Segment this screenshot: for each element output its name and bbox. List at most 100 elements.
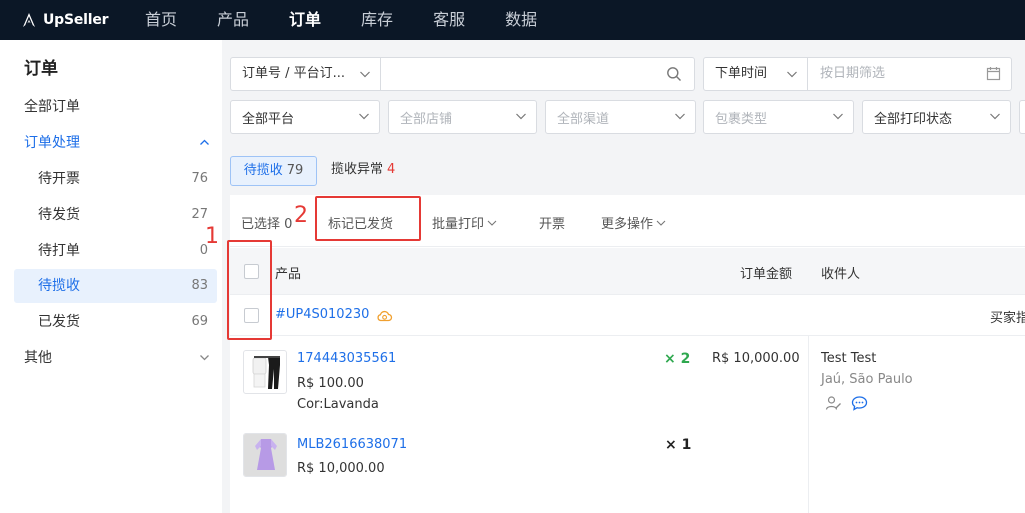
sidebar-group-order-processing[interactable]: 订单处理: [14, 126, 217, 160]
annotation-box-1: [227, 240, 272, 340]
platform-select-label: 全部平台: [242, 111, 295, 127]
column-header-recipient: 收件人: [821, 267, 861, 282]
nav-data[interactable]: 数据: [505, 0, 537, 40]
order-search-group: 订单号 / 平台订...: [230, 57, 695, 91]
invoice-button[interactable]: 开票: [539, 213, 565, 232]
brand-name: UpSeller: [43, 12, 109, 28]
tab-label: 待揽收: [243, 163, 283, 178]
chevron-down-icon: [199, 341, 210, 375]
search-icon[interactable]: [666, 66, 682, 82]
product-thumbnail-1[interactable]: [243, 350, 287, 394]
column-divider: [808, 336, 809, 513]
brand-logo[interactable]: UpSeller: [20, 11, 128, 29]
sidebar-item-all-orders[interactable]: 全部订单: [14, 90, 217, 124]
sidebar-item-count: 83: [191, 278, 208, 293]
search-input[interactable]: [382, 58, 662, 90]
sidebar-item-label: 已发货: [38, 314, 80, 330]
chevron-down-icon: [487, 220, 497, 226]
sidebar-item-label: 待发货: [38, 207, 80, 223]
cloud-sync-icon[interactable]: [376, 308, 393, 323]
annotation-label-1: 1: [205, 224, 219, 249]
sidebar-group-label: 其他: [24, 350, 52, 366]
product-quantity: × 2: [664, 351, 691, 367]
nav-customer-service[interactable]: 客服: [433, 0, 465, 40]
product-thumbnail-2[interactable]: [243, 433, 287, 477]
buyer-note-label: 买家指: [990, 311, 1025, 326]
sidebar-title: 订单: [24, 59, 58, 79]
upseller-logo-icon: [23, 13, 35, 27]
dress-image-icon: [244, 434, 286, 476]
sidebar-item-count: 76: [191, 171, 208, 186]
sidebar-item-label: 待揽收: [38, 278, 80, 294]
product-quantity: × 1: [665, 437, 692, 453]
sidebar-item-shipped[interactable]: 已发货 69: [14, 305, 217, 339]
selected-label: 已选择: [241, 217, 281, 232]
print-status-select[interactable]: 全部打印状态: [862, 100, 1011, 134]
nav-inventory[interactable]: 库存: [361, 0, 393, 40]
tab-pickup-exception[interactable]: 揽收异常 4: [331, 156, 395, 186]
recipient-name: Test Test: [821, 351, 877, 366]
table-header: 产品 订单金额 收件人: [230, 248, 1025, 295]
chevron-down-icon: [360, 71, 370, 78]
extra-filter-select[interactable]: [1019, 100, 1025, 134]
channel-select[interactable]: 全部渠道: [545, 100, 696, 134]
sidebar-item-label: 待打单: [38, 243, 80, 259]
batch-print-button[interactable]: 批量打印: [432, 213, 497, 232]
time-type-select[interactable]: 下单时间: [704, 58, 808, 90]
package-type-select[interactable]: 包裹类型: [703, 100, 854, 134]
tab-count: 4: [387, 162, 396, 177]
shop-select[interactable]: 全部店铺: [388, 100, 537, 134]
channel-select-label: 全部渠道: [557, 111, 610, 127]
sidebar-group-other[interactable]: 其他: [14, 341, 217, 375]
sidebar-item-pending-pickup[interactable]: 待揽收 83: [14, 269, 217, 303]
product-sku-link[interactable]: MLB2616638071: [297, 437, 407, 452]
chat-icon[interactable]: [851, 395, 868, 412]
column-header-amount: 订单金额: [740, 267, 793, 282]
chevron-down-icon: [787, 71, 797, 78]
batch-print-label: 批量打印: [432, 217, 485, 232]
more-actions-label: 更多操作: [601, 217, 654, 232]
order-header-row: #UP4S010230 买家指: [230, 296, 1025, 336]
annotation-label-2: 2: [294, 203, 308, 228]
selected-count-label: 已选择 0: [241, 213, 292, 232]
nav-home[interactable]: 首页: [145, 0, 177, 40]
chevron-up-icon: [199, 126, 210, 160]
top-nav-bar: UpSeller 首页 产品 订单 库存 客服 数据: [0, 0, 1025, 40]
chevron-down-icon: [359, 113, 369, 120]
tab-pending-pickup[interactable]: 待揽收 79: [230, 156, 317, 186]
recipient-location: Jaú, São Paulo: [821, 372, 913, 387]
more-actions-button[interactable]: 更多操作: [601, 213, 666, 232]
sidebar-item-pending-invoice[interactable]: 待开票 76: [14, 162, 217, 196]
tab-count: 79: [286, 163, 304, 178]
product-price: R$ 100.00: [297, 376, 364, 391]
sidebar: 订单 全部订单 订单处理 待开票 76 待发货 27 待打单 0 待揽收 83 …: [0, 40, 222, 513]
annotation-box-2: [315, 196, 421, 241]
search-field-select[interactable]: 订单号 / 平台订...: [231, 58, 381, 90]
sidebar-item-count: 69: [191, 314, 208, 329]
order-total: R$ 10,000.00: [712, 351, 800, 366]
clothing-image-icon: [252, 356, 280, 389]
product-price: R$ 10,000.00: [297, 461, 385, 476]
product-variant: Cor:Lavanda: [297, 397, 379, 412]
chevron-down-icon: [675, 113, 685, 120]
nav-orders[interactable]: 订单: [289, 0, 321, 40]
sidebar-item-pending-ship[interactable]: 待发货 27: [14, 198, 217, 232]
time-type-label: 下单时间: [715, 66, 768, 81]
sidebar-item-pending-print[interactable]: 待打单 0: [14, 234, 217, 268]
column-header-product: 产品: [275, 267, 302, 282]
platform-select[interactable]: 全部平台: [230, 100, 380, 134]
package-type-label: 包裹类型: [715, 111, 768, 127]
tab-label: 揽收异常: [331, 162, 384, 177]
chevron-down-icon: [656, 220, 666, 226]
date-range-input[interactable]: 按日期筛选: [820, 58, 885, 90]
sidebar-item-label: 待开票: [38, 171, 80, 187]
order-id-link[interactable]: #UP4S010230: [275, 307, 369, 322]
chevron-down-icon: [516, 113, 526, 120]
search-field-label: 订单号 / 平台订...: [242, 66, 346, 81]
calendar-icon[interactable]: [986, 66, 1001, 81]
print-status-label: 全部打印状态: [874, 111, 953, 127]
chevron-down-icon: [990, 113, 1000, 120]
nav-products[interactable]: 产品: [217, 0, 249, 40]
user-edit-icon[interactable]: [825, 395, 842, 412]
product-sku-link[interactable]: 174443035561: [297, 351, 396, 366]
